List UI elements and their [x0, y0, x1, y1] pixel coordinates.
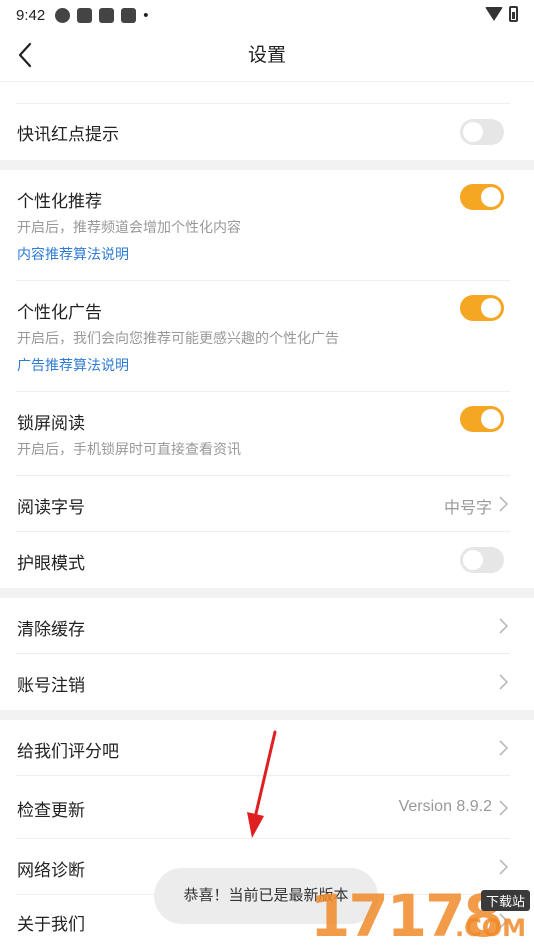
notification-icon — [99, 7, 115, 23]
setting-title: 网络诊断 — [17, 861, 85, 880]
chevron-right-icon — [499, 800, 509, 816]
setting-title: 快讯红点提示 — [17, 125, 119, 144]
setting-personal-recommendation: 个性化推荐 开启后，推荐频道会增加个性化内容 内容推荐算法说明 — [0, 170, 534, 281]
notification-icon — [121, 7, 137, 23]
version-value: Version 8.9.2 — [398, 798, 492, 815]
personal-recommendation-toggle[interactable] — [460, 184, 504, 210]
setting-cancel-account[interactable]: 账号注销 — [0, 654, 534, 710]
setting-title: 锁屏阅读 — [17, 414, 85, 433]
status-time: 9:42 — [16, 6, 46, 24]
section-divider — [0, 710, 534, 720]
status-bar: 9:42 • — [0, 0, 534, 30]
toggle-knob — [481, 298, 501, 318]
notification-icon — [77, 7, 93, 23]
recommendation-algorithm-link[interactable]: 内容推荐算法说明 — [17, 244, 129, 264]
kuaixun-toggle[interactable] — [460, 119, 504, 145]
setting-font-size[interactable]: 阅读字号 中号字 — [0, 476, 534, 532]
toggle-knob — [463, 122, 483, 142]
setting-lockscreen-reading: 锁屏阅读 开启后，手机锁屏时可直接查看资讯 — [0, 392, 534, 476]
setting-title: 给我们评分吧 — [17, 742, 119, 761]
previous-row-edge — [0, 82, 534, 104]
battery-icon — [509, 6, 518, 22]
setting-value: 中号字 — [443, 500, 492, 517]
setting-title: 个性化广告 — [17, 303, 102, 322]
setting-title: 关于我们 — [17, 915, 85, 934]
nav-bar: 设置 — [0, 30, 534, 82]
setting-title: 个性化推荐 — [17, 192, 102, 211]
setting-title: 检查更新 — [17, 801, 85, 820]
wifi-icon — [485, 7, 503, 21]
ads-algorithm-link[interactable]: 广告推荐算法说明 — [17, 355, 129, 375]
annotation-arrow-icon — [247, 730, 277, 838]
setting-description: 开启后，手机锁屏时可直接查看资讯 — [17, 441, 241, 457]
toggle-knob — [481, 187, 501, 207]
more-notifications-dot: • — [143, 6, 149, 24]
setting-clear-cache[interactable]: 清除缓存 — [0, 598, 534, 654]
setting-title: 阅读字号 — [17, 498, 85, 517]
chevron-right-icon — [499, 618, 509, 634]
setting-eye-mode: 护眼模式 — [0, 532, 534, 588]
app-notification-icon — [55, 7, 71, 23]
chevron-right-icon — [499, 740, 509, 756]
toggle-knob — [463, 550, 483, 570]
section-divider — [0, 588, 534, 598]
setting-description: 开启后，我们会向您推荐可能更感兴趣的个性化广告 — [17, 330, 339, 346]
watermark-tag: 下载站 — [480, 890, 530, 911]
personal-ads-toggle[interactable] — [460, 295, 504, 321]
chevron-right-icon — [499, 496, 509, 512]
setting-personal-ads: 个性化广告 开启后，我们会向您推荐可能更感兴趣的个性化广告 广告推荐算法说明 — [0, 281, 534, 392]
lockscreen-toggle[interactable] — [460, 406, 504, 432]
site-watermark: 17178 下载站 .COM — [310, 884, 534, 950]
chevron-right-icon — [499, 674, 509, 690]
setting-title: 护眼模式 — [17, 554, 85, 573]
setting-title: 清除缓存 — [17, 620, 85, 639]
eye-mode-toggle[interactable] — [460, 547, 504, 573]
setting-description: 开启后，推荐频道会增加个性化内容 — [17, 219, 241, 235]
toggle-knob — [481, 409, 501, 429]
chevron-right-icon — [499, 859, 509, 875]
page-title: 设置 — [247, 45, 286, 66]
section-divider — [0, 160, 534, 170]
setting-kuaixun-red-dot: 快讯红点提示 — [0, 104, 534, 160]
setting-title: 账号注销 — [17, 676, 85, 695]
watermark-domain: .COM — [454, 914, 526, 942]
